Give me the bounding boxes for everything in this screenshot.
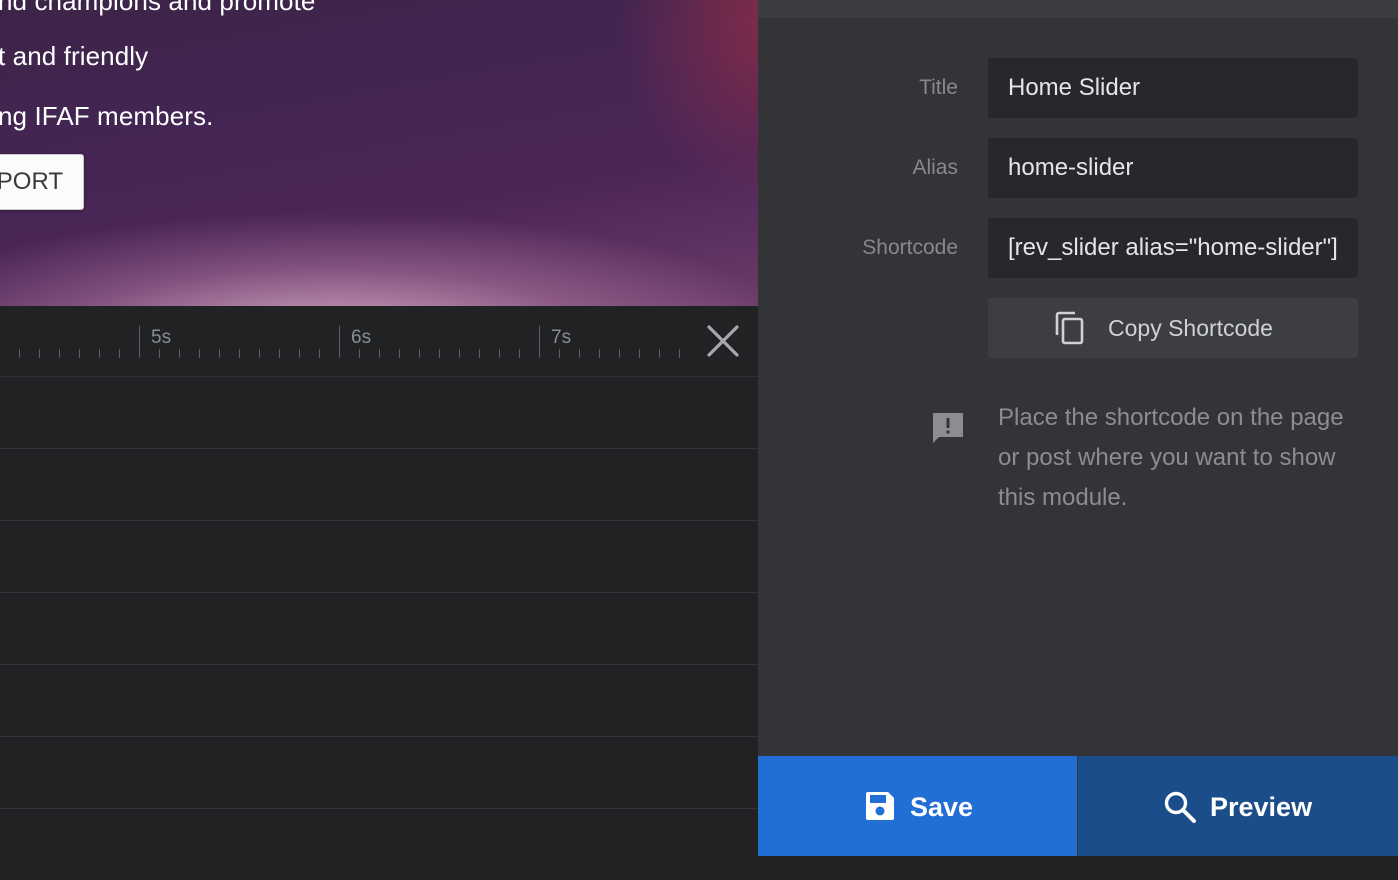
title-input[interactable] xyxy=(988,58,1358,118)
save-icon xyxy=(864,790,896,829)
ruler-tick xyxy=(559,349,560,358)
tick-label-5s: 5s xyxy=(151,327,172,348)
timeline-track[interactable] xyxy=(0,665,758,737)
ruler-tick xyxy=(79,349,80,358)
ruler-tick xyxy=(59,349,60,358)
timeline-track[interactable] xyxy=(0,593,758,665)
ruler-tick xyxy=(679,349,680,358)
feedback-icon xyxy=(930,410,966,451)
ruler-tick xyxy=(459,349,460,358)
slide-support-button[interactable]: PORT xyxy=(0,154,84,210)
copy-shortcode-button[interactable]: Copy Shortcode xyxy=(988,298,1358,358)
save-label: Save xyxy=(910,792,974,822)
tick-label-6s: 6s xyxy=(351,327,372,348)
ruler-tick xyxy=(39,349,40,358)
ruler-tick xyxy=(379,349,380,358)
ruler-tick xyxy=(219,349,220,358)
alias-label: Alias xyxy=(912,156,958,179)
panel-top-bar xyxy=(758,0,1398,18)
ruler-tick xyxy=(579,349,580,358)
ruler-tick xyxy=(439,349,440,358)
alias-input[interactable] xyxy=(988,138,1358,198)
search-icon xyxy=(1163,790,1197,831)
preview-label: Preview xyxy=(1210,792,1313,822)
ruler-tick xyxy=(639,349,640,358)
ruler-tick xyxy=(479,349,480,358)
ruler-tick xyxy=(539,326,540,358)
ruler-tick xyxy=(139,326,140,358)
ruler-tick xyxy=(19,349,20,358)
timeline-track[interactable] xyxy=(0,377,758,449)
ruler-tick xyxy=(499,349,500,358)
timeline-panel: 5s 6s 7s xyxy=(0,306,758,856)
shortcode-help-text: Place the shortcode on the page or post … xyxy=(998,404,1344,511)
ruler-tick xyxy=(659,349,660,358)
ruler-tick xyxy=(399,349,400,358)
preview-button[interactable]: Preview xyxy=(1078,756,1398,856)
shortcode-input[interactable] xyxy=(988,218,1358,278)
ruler-tick xyxy=(519,349,520,358)
ruler-tick xyxy=(419,349,420,358)
timeline-track[interactable] xyxy=(0,737,758,809)
tick-label-7s: 7s xyxy=(551,327,572,348)
ruler-tick xyxy=(119,349,120,358)
timeline-track[interactable] xyxy=(0,521,758,593)
ruler-tick xyxy=(599,349,600,358)
title-label: Title xyxy=(919,76,958,99)
ruler-tick xyxy=(99,349,100,358)
module-settings-panel: Title Alias Shortcode Copy Shortcode Pla… xyxy=(758,0,1398,856)
timeline-track[interactable] xyxy=(0,809,758,880)
ruler-tick xyxy=(179,349,180,358)
slide-text-line-3: ng IFAF members. xyxy=(0,101,214,131)
timeline-ruler[interactable]: 5s 6s 7s xyxy=(0,306,758,377)
timeline-track[interactable] xyxy=(0,449,758,521)
save-button[interactable]: Save xyxy=(758,756,1077,856)
copy-shortcode-label: Copy Shortcode xyxy=(1108,315,1273,341)
ruler-tick xyxy=(259,349,260,358)
ruler-tick xyxy=(159,349,160,358)
ruler-tick xyxy=(299,349,300,358)
ruler-tick xyxy=(279,349,280,358)
ruler-tick xyxy=(619,349,620,358)
ruler-tick xyxy=(199,349,200,358)
close-icon[interactable] xyxy=(704,322,742,360)
ruler-tick xyxy=(339,326,340,358)
slide-text-line-1: nd champions and promote xyxy=(0,0,316,16)
shortcode-label: Shortcode xyxy=(862,236,958,259)
slide-preview: nd champions and promote t and friendly … xyxy=(0,0,758,306)
slide-text-line-2: t and friendly xyxy=(0,41,149,71)
copy-icon xyxy=(1054,311,1086,351)
ruler-tick xyxy=(239,349,240,358)
ruler-tick xyxy=(359,349,360,358)
ruler-tick xyxy=(319,349,320,358)
